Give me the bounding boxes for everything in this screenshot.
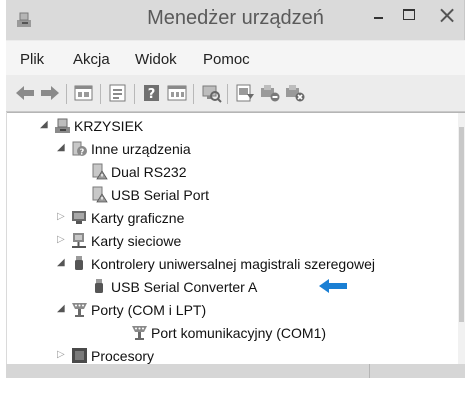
collapse-icon[interactable]: ◢ [40,119,48,130]
svg-text:?: ? [148,87,156,102]
scrollbar-thumb[interactable] [459,127,464,322]
port-icon [130,323,149,342]
update-driver-icon[interactable] [234,83,256,103]
usb-plug-icon [70,254,89,273]
tree-node-usb-serial-port[interactable]: USB Serial Port [7,184,457,207]
status-divider [369,364,370,378]
title-bar[interactable]: Menedżer urządzeń [6,0,465,40]
show-hide-icon[interactable] [107,83,129,103]
tree-node-root[interactable]: ◢ KRZYSIEK [7,115,457,138]
properties-icon[interactable] [73,83,95,103]
toolbar-separator [193,84,194,104]
menu-view[interactable]: Widok [135,51,177,68]
expand-icon[interactable]: ▷ [57,234,65,245]
status-bar [6,364,465,378]
tree-label: Kontrolery uniwersalnej magistrali szere… [91,256,376,272]
help-icon[interactable]: ? [141,83,163,103]
highlight-arrow-icon [318,278,348,294]
collapse-icon[interactable]: ◢ [57,257,65,268]
menu-bar: Plik Akcja Widok Pomoc [6,40,465,75]
processor-icon [70,346,89,365]
tree-node-usb-serial-converter[interactable]: USB Serial Converter A [7,276,457,299]
close-button[interactable] [425,0,465,32]
tree-label: USB Serial Converter A [111,279,258,295]
forward-icon[interactable] [39,83,61,103]
collapse-icon[interactable]: ◢ [57,142,65,153]
minimize-button[interactable] [363,0,393,32]
tree-label: Inne urządzenia [91,141,191,157]
collapse-icon[interactable]: ◢ [57,303,65,314]
toolbar-separator [100,84,101,104]
unknown-device-icon: ? [70,139,89,158]
tree-node-dual-rs232[interactable]: Dual RS232 [7,161,457,184]
back-icon[interactable] [14,83,36,103]
port-icon [70,300,89,319]
tree-node-usb-controllers[interactable]: ◢ Kontrolery uniwersalnej magistrali sze… [7,253,457,276]
usb-plug-icon [90,277,109,296]
disable-device-icon[interactable] [259,83,281,103]
unknown-device-warning-icon [90,162,109,181]
toolbar: ? [6,75,465,112]
device-tree: ◢ KRZYSIEK ◢ ? Inne urządzenia Dual RS23… [7,112,465,365]
svg-text:?: ? [80,148,85,157]
tree-label: KRZYSIEK [74,118,144,134]
tree-label: Dual RS232 [111,164,187,180]
tree-label: Port komunikacyjny (COM1) [151,325,327,341]
toolbar-separator [134,84,135,104]
expand-icon[interactable]: ▷ [57,349,65,360]
display-adapter-icon [70,208,89,227]
view-icon[interactable] [166,83,188,103]
tree-node-ports[interactable]: ◢ Porty (COM i LPT) [7,299,457,322]
tree-label: Karty sieciowe [91,233,182,249]
device-manager-window: Menedżer urządzeń Plik Akcja Widok Pomoc… [6,0,465,378]
tree-label: USB Serial Port [111,187,210,203]
toolbar-separator [227,84,228,104]
tree-node-other-devices[interactable]: ◢ ? Inne urządzenia [7,138,457,161]
tree-node-network-adapters[interactable]: ▷ Karty sieciowe [7,230,457,253]
network-adapter-icon [70,231,89,250]
computer-icon [53,116,72,135]
tree-node-com-port[interactable]: Port komunikacyjny (COM1) [7,322,457,345]
vertical-scrollbar[interactable] [458,113,465,365]
tree-node-display-adapters[interactable]: ▷ Karty graficzne [7,207,457,230]
tree-label: Procesory [91,348,155,364]
expand-icon[interactable]: ▷ [57,211,65,222]
menu-help[interactable]: Pomoc [203,51,250,68]
toolbar-separator [66,84,67,104]
scan-hardware-icon[interactable] [200,83,222,103]
uninstall-device-icon[interactable] [284,83,306,103]
tree-label: Porty (COM i LPT) [91,302,207,318]
tree-label: Karty graficzne [91,210,185,226]
maximize-button[interactable] [393,0,425,32]
menu-file[interactable]: Plik [20,51,44,68]
unknown-device-warning-icon [90,185,109,204]
menu-action[interactable]: Akcja [73,51,110,68]
